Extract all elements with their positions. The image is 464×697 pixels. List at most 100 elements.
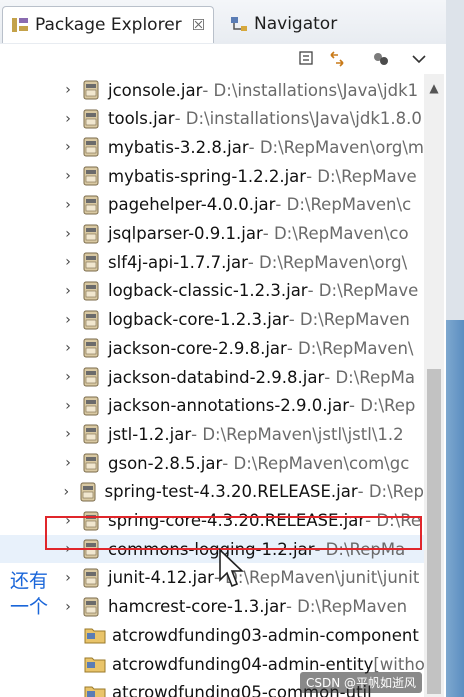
jar-icon — [83, 195, 99, 215]
package-explorer-icon — [12, 18, 28, 32]
expand-chevron-icon[interactable]: › — [60, 398, 76, 414]
tree-jar-item[interactable]: › jackson-core-2.9.8.jar - D:\RepMaven\ — [0, 334, 424, 362]
tree-jar-item[interactable]: › slf4j-api-1.7.7.jar - D:\RepMaven\org\ — [0, 248, 424, 276]
annotation-line-1: 还有 — [10, 570, 49, 592]
scrollbar-thumb[interactable] — [427, 369, 441, 694]
expand-chevron-icon[interactable]: › — [60, 168, 76, 184]
tree-item-name: slf4j-api-1.7.7.jar — [108, 252, 248, 272]
tree-item-path: - D:\RepMaven\org\ — [247, 252, 408, 272]
tree-jar-item[interactable]: › jconsole.jar - D:\installations\Java\jd… — [0, 76, 424, 104]
editor-edge-panel — [446, 0, 464, 697]
tree-item-path: - D:\RepMaven\c — [275, 195, 412, 215]
tree-item-name: gson-2.8.5.jar — [108, 453, 223, 473]
tree-item-name: jconsole.jar — [108, 80, 203, 100]
tree-jar-item[interactable]: › jackson-annotations-2.9.0.jar - D:\Rep — [0, 392, 424, 420]
scroll-up-icon[interactable]: ▲ — [424, 78, 444, 98]
tree-item-name: atcrowdfunding03-admin-component — [112, 625, 419, 645]
tree-item-path: - D:\installations\Java\jdk1.8.0 — [174, 109, 422, 129]
tree-jar-item[interactable]: › logback-classic-1.2.3.jar - D:\RepMave — [0, 277, 424, 305]
tree-jar-item[interactable]: › tools.jar - D:\installations\Java\jdk1.… — [0, 105, 424, 133]
package-tree: › jconsole.jar - D:\installations\Java\jd… — [0, 74, 424, 697]
tree-item-path: - D:\RepMa — [324, 367, 415, 387]
tree-jar-item[interactable]: › jackson-databind-2.9.8.jar - D:\RepMa — [0, 363, 424, 391]
tree-jar-item[interactable]: › gson-2.8.5.jar - D:\RepMaven\com\gc — [0, 449, 424, 477]
expand-chevron-icon[interactable]: › — [60, 455, 76, 471]
jar-icon — [83, 453, 99, 473]
expand-chevron-icon[interactable]: › — [60, 139, 76, 155]
tree-jar-item[interactable]: › logback-core-1.2.3.jar - D:\RepMaven — [0, 306, 424, 334]
tree-item-name: jackson-core-2.9.8.jar — [108, 338, 287, 358]
tree-jar-item[interactable]: › mybatis-3.2.8.jar - D:\RepMaven\org\m — [0, 133, 424, 161]
expand-chevron-icon[interactable]: › — [60, 426, 76, 442]
view-menu-chevron-icon[interactable] — [410, 50, 428, 68]
mouse-pointer-icon — [219, 548, 244, 588]
project-folder-icon — [84, 686, 106, 697]
jar-icon — [80, 482, 96, 502]
view-tab-bar: Package Explorer ☒ Navigator — [0, 0, 446, 45]
expand-chevron-icon[interactable]: › — [60, 226, 76, 242]
jar-icon — [83, 396, 99, 416]
jar-icon — [83, 109, 99, 129]
editor-edge-highlight — [446, 320, 464, 697]
expand-chevron-icon[interactable]: › — [60, 570, 76, 586]
focus-icon[interactable] — [372, 50, 390, 68]
expand-chevron-icon[interactable]: › — [60, 197, 76, 213]
expand-chevron-icon[interactable]: › — [60, 111, 76, 127]
tree-project-item[interactable]: atcrowdfunding03-admin-component — [0, 621, 424, 649]
tree-jar-item[interactable]: › jstl-1.2.jar - D:\RepMaven\jstl\jstl\1.… — [0, 420, 424, 448]
expand-chevron-icon[interactable]: › — [60, 283, 76, 299]
expand-chevron-icon[interactable]: › — [60, 82, 76, 98]
tab-package-explorer[interactable]: Package Explorer ☒ — [2, 6, 214, 43]
jar-icon — [83, 568, 99, 588]
tree-item-name: spring-test-4.3.20.RELEASE.jar — [104, 482, 358, 502]
tree-item-name: jackson-databind-2.9.8.jar — [108, 367, 325, 387]
tree-item-path: - D:\Rep — [349, 396, 416, 416]
project-folder-icon — [84, 628, 106, 644]
close-tab-icon[interactable]: ☒ — [192, 16, 205, 34]
jar-icon — [83, 80, 99, 100]
tree-item-path: - D:\RepMaven\co — [262, 224, 409, 243]
view-toolbar — [0, 44, 446, 74]
tab-navigator[interactable]: Navigator — [222, 6, 382, 42]
project-folder-icon — [84, 657, 106, 673]
jar-icon — [83, 137, 99, 157]
expand-chevron-icon[interactable]: › — [60, 340, 76, 356]
jar-icon — [83, 281, 99, 301]
tree-item-path: - D:\RepMaven — [288, 310, 410, 330]
tree-item-name: mybatis-3.2.8.jar — [107, 137, 249, 157]
vertical-scrollbar[interactable]: ▲ — [424, 74, 444, 697]
tree-jar-item[interactable]: › mybatis-spring-1.2.2.jar - D:\RepMave — [0, 162, 424, 190]
expand-chevron-icon[interactable]: › — [60, 484, 73, 500]
tree-jar-item[interactable]: › spring-test-4.3.20.RELEASE.jar - D:\Rep — [0, 478, 424, 506]
tree-jar-item[interactable]: › junit-4.12.jar - D:\RepMaven\junit\juni… — [0, 564, 424, 592]
tree-item-path: - D:\RepMaven\ — [286, 338, 414, 358]
tree-item-name: tools.jar — [108, 109, 175, 129]
tree-item-name: logback-classic-1.2.3.jar — [108, 281, 308, 301]
tree-item-path: - D:\installations\Java\jdk1 — [202, 80, 419, 100]
jar-icon — [83, 224, 99, 243]
expand-chevron-icon[interactable]: › — [60, 599, 76, 615]
tree-item-name: logback-core-1.2.3.jar — [108, 310, 289, 330]
tree-jar-item[interactable]: › hamcrest-core-1.3.jar - D:\RepMaven — [0, 593, 424, 621]
tree-jar-item[interactable]: › pagehelper-4.0.0.jar - D:\RepMaven\c — [0, 191, 424, 219]
jar-icon — [83, 424, 99, 444]
collapse-all-icon[interactable] — [298, 50, 316, 68]
navigator-icon — [231, 17, 247, 31]
tree-item-path: - D:\RepMaven\com\gc — [222, 453, 410, 473]
tree-item-name: mybatis-spring-1.2.2.jar — [108, 166, 307, 186]
expand-chevron-icon[interactable]: › — [60, 254, 76, 270]
link-with-editor-icon[interactable] — [328, 50, 346, 68]
jar-icon — [83, 597, 99, 617]
tab-label: Package Explorer — [35, 15, 182, 35]
jar-icon — [83, 367, 99, 387]
tree-item-name: atcrowdfunding04-admin-entity — [112, 654, 374, 674]
tree-item-path: - D:\RepMaven\org\m — [248, 137, 424, 157]
jar-icon — [83, 166, 99, 186]
jar-icon — [83, 310, 99, 330]
tab-label: Navigator — [254, 14, 338, 34]
expand-chevron-icon[interactable]: › — [60, 312, 76, 328]
tree-item-path: - D:\RepMaven\jstl\jstl\1.2 — [191, 424, 404, 444]
tree-item-name: hamcrest-core-1.3.jar — [108, 597, 286, 617]
expand-chevron-icon[interactable]: › — [60, 369, 76, 385]
tree-jar-item[interactable]: › jsqlparser-0.9.1.jar - D:\RepMaven\co — [0, 220, 424, 248]
